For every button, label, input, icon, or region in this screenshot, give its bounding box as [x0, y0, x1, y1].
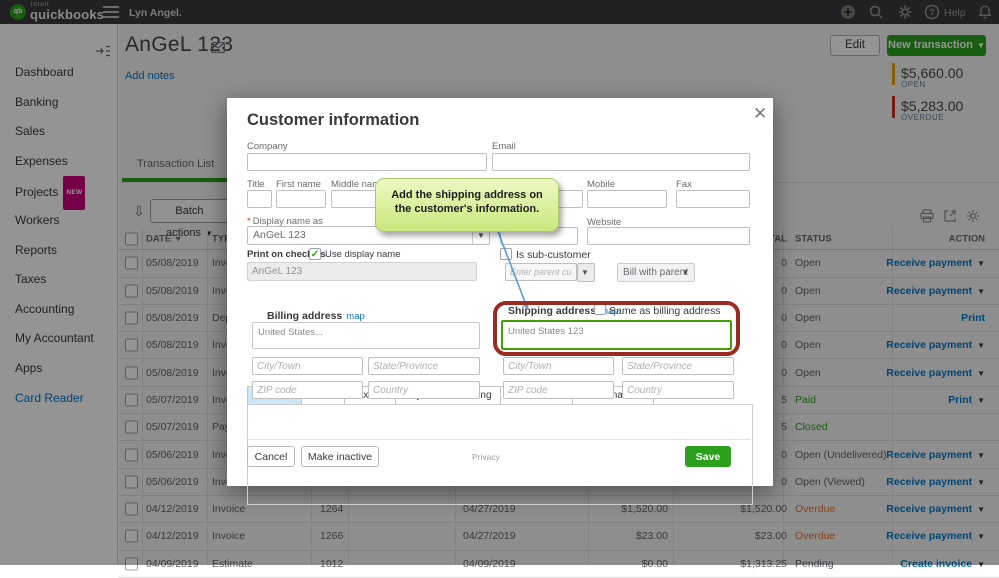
company-field[interactable] [247, 153, 487, 171]
billing-address-textarea[interactable]: United States... [252, 322, 480, 349]
privacy-link[interactable]: Privacy [472, 452, 500, 462]
title-label: Title [247, 179, 265, 190]
shipping-country-field[interactable] [622, 381, 734, 399]
shipping-state-field[interactable] [622, 357, 734, 375]
bill-with-parent-dropdown[interactable]: Bill with parent ▼ [617, 263, 695, 282]
close-icon[interactable]: ✕ [753, 104, 767, 124]
footer-divider [247, 439, 750, 440]
mobile-label: Mobile [587, 179, 615, 190]
billing-state-field[interactable] [368, 357, 480, 375]
billing-zip-field[interactable] [252, 381, 363, 399]
billing-address-label: Billing addressmap [267, 310, 365, 322]
print-check-name-field [247, 262, 477, 281]
billing-map-link[interactable]: map [346, 311, 364, 322]
shipping-city-field[interactable] [503, 357, 614, 375]
first-name-field[interactable] [276, 190, 326, 208]
parent-customer-caret: ▼ [577, 263, 595, 282]
instruction-tooltip: Add the shipping address on the customer… [375, 178, 559, 232]
title-field[interactable] [247, 190, 272, 208]
shipping-zip-field[interactable] [503, 381, 614, 399]
email-field[interactable] [492, 153, 750, 171]
cancel-button[interactable]: Cancel [247, 446, 295, 467]
fax-label: Fax [676, 179, 692, 190]
first-name-label: First name [276, 179, 321, 190]
use-display-name-checkbox[interactable]: ✓ [309, 248, 321, 260]
email-label: Email [492, 141, 516, 152]
website-field[interactable] [587, 227, 750, 245]
save-button[interactable]: Save [685, 446, 731, 467]
mobile-field[interactable] [587, 190, 667, 208]
fax-field[interactable] [676, 190, 750, 208]
shipping-address-highlight [493, 301, 740, 356]
display-name-value: AnGeL 123 [253, 229, 306, 241]
billing-country-field[interactable] [368, 381, 480, 399]
chevron-down-icon: ▼ [677, 264, 694, 281]
use-display-name-label: Use display name [325, 249, 401, 260]
make-inactive-button[interactable]: Make inactive [301, 446, 379, 467]
dialog-title: Customer information [247, 111, 419, 130]
billing-city-field[interactable] [252, 357, 363, 375]
chevron-down-icon: ▼ [576, 264, 594, 281]
company-label: Company [247, 141, 288, 152]
